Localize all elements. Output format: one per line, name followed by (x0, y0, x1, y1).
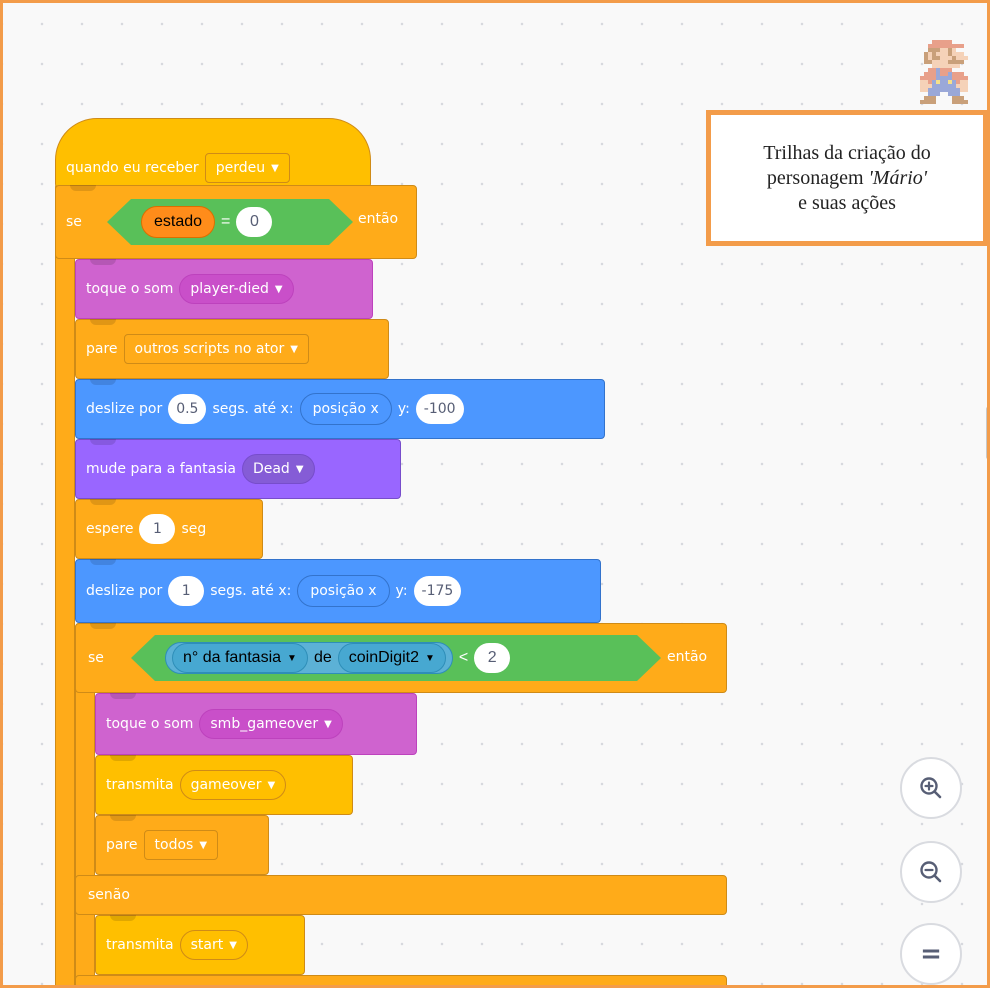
glide-block[interactable]: deslize por 0.5 segs. até x: posição x y… (75, 379, 605, 439)
message-value: perdeu (215, 160, 266, 176)
stop-option-value: outros scripts no ator (134, 341, 285, 357)
if-label: se (66, 214, 82, 230)
estado-variable[interactable]: estado (141, 206, 215, 238)
compare-value[interactable]: 0 (236, 207, 272, 237)
broadcast-block-2[interactable]: transmita start ▼ (95, 915, 305, 975)
broadcast-value-2: start (190, 937, 224, 953)
zoom-in-icon (920, 777, 942, 799)
compare-value-2[interactable]: 2 (474, 643, 510, 673)
broadcast-label: transmita (106, 777, 174, 793)
glide2-secs-input[interactable]: 1 (168, 576, 205, 606)
glide-block-2[interactable]: deslize por 1 segs. até x: posição x y: … (75, 559, 601, 623)
note-line-2: personagem 'Mário' (767, 166, 927, 191)
broadcast-dropdown[interactable]: gameover ▼ (179, 770, 287, 800)
glide2-label-2: segs. até x: (210, 583, 292, 599)
note-line-3: e suas ações (798, 191, 896, 214)
when-receive-hat-block[interactable]: quando eu receber perdeu ▼ (55, 118, 371, 188)
else-section[interactable]: senão (75, 875, 727, 915)
hat-label: quando eu receber (66, 160, 199, 176)
switch-costume-block[interactable]: mude para a fantasia Dead ▼ (75, 439, 401, 499)
glide-label-2: segs. até x: (212, 401, 294, 417)
stop-option-dropdown[interactable]: outros scripts no ator ▼ (123, 334, 309, 364)
sound-value: player-died (190, 281, 269, 297)
sprite-dropdown[interactable]: coinDigit2 ▼ (338, 643, 446, 673)
play-sound-label-2: toque o som (106, 716, 194, 732)
costume-label: mude para a fantasia (86, 461, 236, 477)
note-line-2-prefix: personagem (766, 166, 869, 189)
broadcast-value: gameover (190, 777, 262, 793)
glide-y-input[interactable]: -100 (415, 394, 464, 424)
sprite-value: coinDigit2 (348, 649, 419, 666)
sound-dropdown-2[interactable]: smb_gameover ▼ (199, 709, 343, 739)
mario-sprite-icon (920, 40, 968, 104)
x-position-reporter[interactable]: posição x (299, 393, 392, 425)
glide2-label: deslize por (86, 583, 163, 599)
glide-label: deslize por (86, 401, 163, 417)
broadcast-dropdown-2[interactable]: start ▼ (179, 930, 248, 960)
chevron-down-icon: ▼ (295, 463, 304, 475)
less-than-sign: < (458, 649, 469, 666)
zoom-reset-button[interactable]: = (900, 923, 962, 985)
wait-label: espere (86, 521, 134, 537)
note-line-2-italic: 'Mário' (868, 166, 928, 189)
chevron-down-icon: ▼ (290, 343, 298, 355)
wait-block[interactable]: espere 1 seg (75, 499, 263, 559)
costume-dropdown[interactable]: Dead ▼ (241, 454, 315, 484)
stop-label: pare (86, 341, 118, 357)
glide2-y-input[interactable]: -175 (413, 576, 462, 606)
chevron-down-icon: ▼ (229, 939, 237, 951)
less-than-operator[interactable]: n° da fantasia ▼ de coinDigit2 ▼ < 2 (131, 635, 661, 681)
stop-all-label: pare (106, 837, 138, 853)
chevron-down-icon: ▼ (267, 779, 276, 791)
message-dropdown[interactable]: perdeu ▼ (204, 153, 290, 183)
equals-sign: = (221, 213, 231, 230)
chevron-down-icon: ▼ (271, 162, 279, 174)
if2-label: se (88, 650, 104, 666)
equals-operator[interactable]: estado = 0 (107, 199, 353, 245)
zoom-out-icon (920, 861, 942, 883)
chevron-down-icon: ▼ (324, 718, 332, 730)
property-value: n° da fantasia (183, 649, 282, 666)
stop-all-dropdown[interactable]: todos ▼ (143, 830, 219, 860)
play-sound-block[interactable]: toque o som player-died ▼ (75, 259, 373, 319)
if-else-block-footer[interactable] (75, 975, 727, 985)
of-label: de (313, 649, 332, 666)
property-dropdown[interactable]: n° da fantasia ▼ (172, 643, 308, 673)
costume-value: Dead (252, 461, 290, 477)
then-label-2: então (667, 649, 708, 665)
chevron-down-icon: ▼ (287, 652, 297, 664)
broadcast-block[interactable]: transmita gameover ▼ (95, 755, 353, 815)
zoom-in-button[interactable] (900, 757, 962, 819)
glide-secs-input[interactable]: 0.5 (168, 394, 207, 424)
chevron-down-icon: ▼ (199, 839, 208, 851)
if-block-arm[interactable] (55, 183, 75, 985)
then-label: então (358, 211, 399, 227)
else-label: senão (88, 887, 130, 903)
note-line-1: Trilhas da criação do (763, 141, 931, 164)
chevron-down-icon: ▼ (274, 283, 283, 295)
play-sound-label: toque o som (86, 281, 174, 297)
zoom-out-button[interactable] (900, 841, 962, 903)
stop-all-block[interactable]: pare todos ▼ (95, 815, 269, 875)
sensing-of-reporter[interactable]: n° da fantasia ▼ de coinDigit2 ▼ (165, 642, 453, 674)
stop-all-value: todos (154, 837, 194, 853)
glide-label-3: y: (397, 401, 410, 417)
sound-value-2: smb_gameover (210, 716, 319, 732)
annotation-note: Trilhas da criação do personagem 'Mário'… (706, 110, 987, 246)
stop-block[interactable]: pare outros scripts no ator ▼ (75, 319, 389, 379)
vertical-scrollbar[interactable] (986, 407, 987, 459)
code-canvas[interactable]: quando eu receber perdeu ▼ se estado = 0 … (0, 0, 990, 988)
wait-unit: seg (181, 521, 207, 537)
play-sound-block-2[interactable]: toque o som smb_gameover ▼ (95, 693, 417, 755)
wait-secs-input[interactable]: 1 (139, 514, 176, 544)
chevron-down-icon: ▼ (425, 652, 435, 664)
glide2-label-3: y: (395, 583, 408, 599)
sound-dropdown[interactable]: player-died ▼ (179, 274, 294, 304)
equals-icon: = (920, 939, 942, 969)
x-position-reporter-2[interactable]: posição x (297, 575, 390, 607)
broadcast-label-2: transmita (106, 937, 174, 953)
